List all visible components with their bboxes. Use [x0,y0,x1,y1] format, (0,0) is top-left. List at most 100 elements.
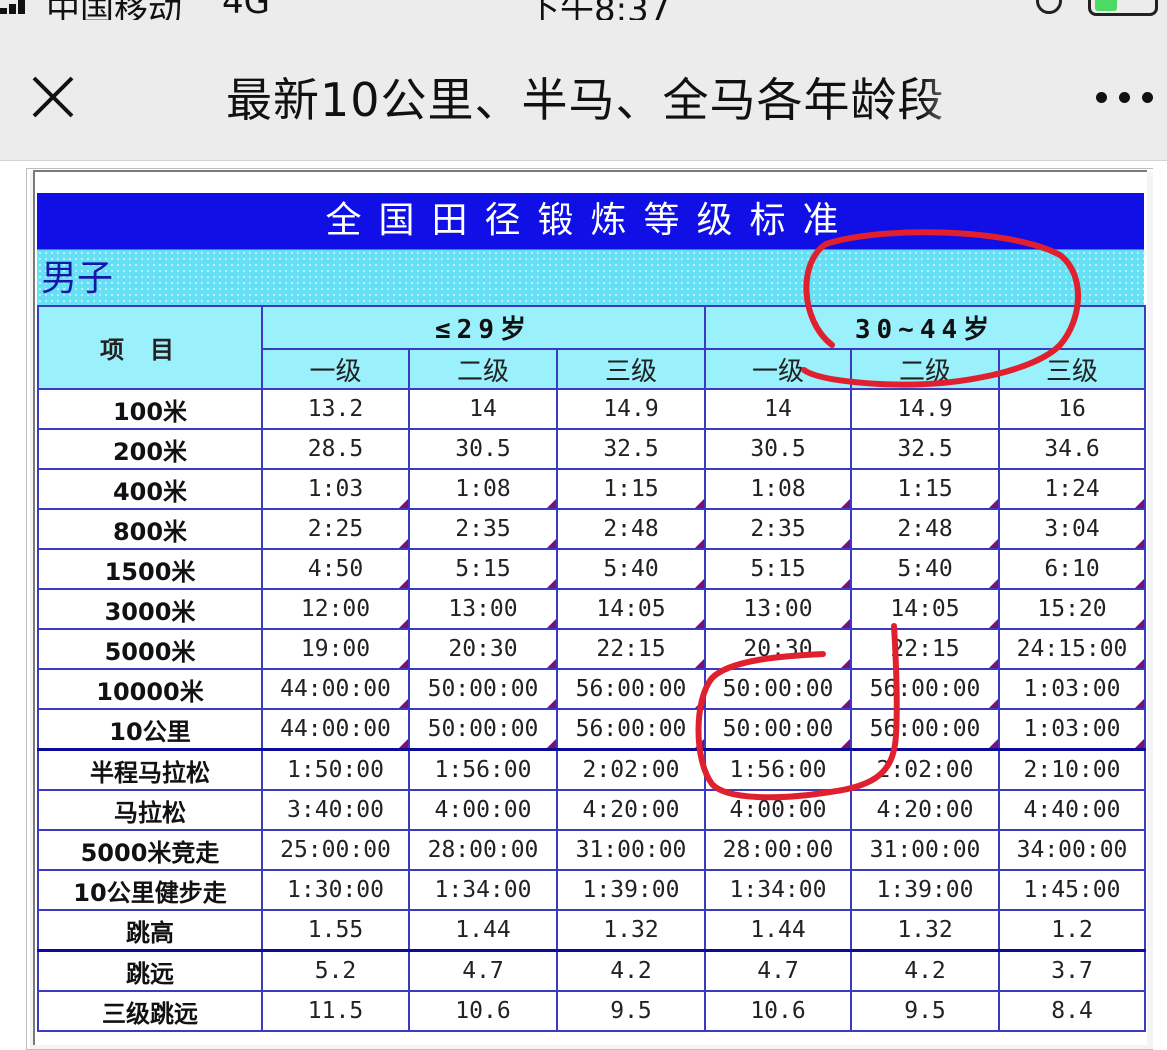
item-name: 200米 [37,428,263,470]
table-cell: 1:03 [261,468,410,510]
table-cell: 22:15 [850,628,1001,670]
table-cell: 56:00:00 [555,708,707,751]
table-cell: 13.2 [261,388,410,430]
table-cell: 44:00:00 [261,708,410,751]
level-header: 二级 [850,348,1001,390]
table-cell: 32.5 [555,428,707,470]
table-cell: 4:40:00 [998,789,1147,831]
table-cell: 13:00 [408,588,558,630]
item-name: 马拉松 [37,789,263,831]
sex-label: 男子 [37,250,1144,305]
nav-bar: 最新10公里、半马、全马各年龄段 [0,20,1167,161]
age-group-header: 30~44岁 [704,305,1147,350]
table-cell: 24:15:00 [998,628,1147,670]
table-cell: 1:03:00 [998,668,1147,710]
table-cell: 34:00:00 [998,829,1147,871]
table-cell: 1:39:00 [555,869,707,911]
page-title: 最新10公里、半马、全马各年龄段 [226,73,945,127]
table-row: 10000米 44:00:00 50:00:00 56:00:00 50:00:00 56… [37,668,1147,710]
table-cell: 50:00:00 [704,668,853,710]
table-cell: 12:00 [261,588,410,630]
table-cell: 15:20 [998,588,1147,630]
table-heading: 全国田径锻炼等级标准 [37,193,1144,250]
table-cell: 44:00:00 [261,668,410,710]
level-header: 一级 [261,348,410,390]
table-row: 5000米 19:00 20:30 22:15 20:30 22:15 24:15:00 [37,628,1147,670]
item-name: 100米 [37,388,263,430]
table-cell: 5:15 [408,548,558,590]
table-cell: 1:34:00 [704,869,853,911]
table-cell: 9.5 [555,990,707,1032]
table-cell: 2:25 [261,508,410,550]
table-cell: 4.2 [555,949,707,992]
more-dots-icon[interactable] [1092,78,1162,118]
table-cell: 1:56:00 [704,748,853,791]
item-name: 10公里健步走 [37,869,263,911]
table-cell: 31:00:00 [555,829,707,871]
table-cell: 4.7 [704,949,853,992]
item-name: 3000米 [37,588,263,630]
grade-table: 项目 ≤29岁 30~44岁 一级 二级 三级 一级 二级 三级 100米 13.… [37,305,1147,1032]
table-cell: 4:20:00 [555,789,707,831]
table-cell: 4:50 [261,548,410,590]
item-name: 400米 [37,468,263,510]
signal-icon [0,0,36,14]
table-cell: 9.5 [850,990,1001,1032]
table-row: 跳远 5.2 4.7 4.2 4.7 4.2 3.7 [37,949,1147,992]
table-cell: 2:48 [555,508,707,550]
table-cell: 56:00:00 [850,708,1001,751]
table-cell: 1:08 [704,468,853,510]
table-cell: 22:15 [555,628,707,670]
table-cell: 14.9 [850,388,1001,430]
table-cell: 50:00:00 [704,708,853,751]
item-name: 5000米 [37,628,263,670]
table-cell: 8.4 [998,990,1147,1032]
table-cell: 4.7 [408,949,558,992]
carrier-label: 中国移动 [46,0,182,20]
table-cell: 28:00:00 [704,829,853,871]
table-cell: 28:00:00 [408,829,558,871]
table-cell: 1:50:00 [261,748,410,791]
item-name: 10公里 [37,708,263,751]
age-group-header: ≤29岁 [260,305,707,350]
table-cell: 10.6 [704,990,853,1032]
table-row: 马拉松 3:40:00 4:00:00 4:20:00 4:00:00 4:20:00 4:… [37,789,1147,831]
table-cell: 32.5 [850,428,1001,470]
item-name: 10000米 [37,668,263,710]
table-cell: 13:00 [704,588,853,630]
table-cell: 2:35 [704,508,853,550]
rotation-lock-icon [1036,0,1062,14]
table-row: 100米 13.2 14 14.9 14 14.9 16 [37,388,1147,430]
table-row: 1500米 4:50 5:15 5:40 5:15 5:40 6:10 [37,548,1147,590]
table-cell: 5:15 [704,548,853,590]
table-cell: 14:05 [555,588,707,630]
close-icon[interactable] [28,72,78,122]
level-header: 二级 [408,348,558,390]
network-label: 4G [222,0,270,20]
table-cell: 11.5 [261,990,410,1032]
level-header: 一级 [704,348,853,390]
item-name: 5000米竞走 [37,829,263,871]
clock: 下午8:37 [526,0,671,20]
table-cell: 1:15 [850,468,1001,510]
table-cell: 2:48 [850,508,1001,550]
table-cell: 28.5 [261,428,410,470]
table-row: 跳高 1.55 1.44 1.32 1.44 1.32 1.2 [37,909,1147,952]
table-cell: 4.2 [850,949,1001,992]
table-cell: 1.32 [850,909,1001,952]
table-cell: 20:30 [704,628,853,670]
table-row: 三级跳远 11.5 10.6 9.5 10.6 9.5 8.4 [37,990,1147,1032]
table-cell: 5.2 [261,949,410,992]
table-cell: 14 [704,388,853,430]
table-cell: 34.6 [998,428,1147,470]
table-cell: 19:00 [261,628,410,670]
table-cell: 3:40:00 [261,789,410,831]
table-cell: 1:34:00 [408,869,558,911]
table-cell: 1.55 [261,909,410,952]
table-cell: 30.5 [408,428,558,470]
table-cell: 50:00:00 [408,708,558,751]
table-cell: 1:56:00 [408,748,558,791]
table-cell: 31:00:00 [850,829,1001,871]
table-cell: 1.44 [704,909,853,952]
table-cell: 1.32 [555,909,707,952]
